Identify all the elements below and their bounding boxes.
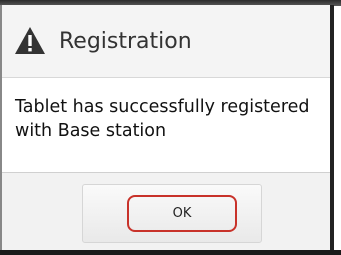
ok-button-frame: OK [82, 184, 262, 243]
screen: Registration Tablet has successfully reg… [0, 0, 341, 255]
registration-dialog: Registration Tablet has successfully reg… [0, 5, 334, 251]
dialog-title-bar: Registration [2, 5, 330, 78]
dialog-button-bar: OK [2, 172, 330, 251]
ok-button[interactable]: OK [127, 195, 237, 232]
dialog-message: Tablet has successfully registered with … [15, 97, 310, 141]
warning-icon [15, 27, 45, 54]
dialog-title: Registration [59, 28, 192, 54]
window-bottom-edge [0, 250, 341, 255]
